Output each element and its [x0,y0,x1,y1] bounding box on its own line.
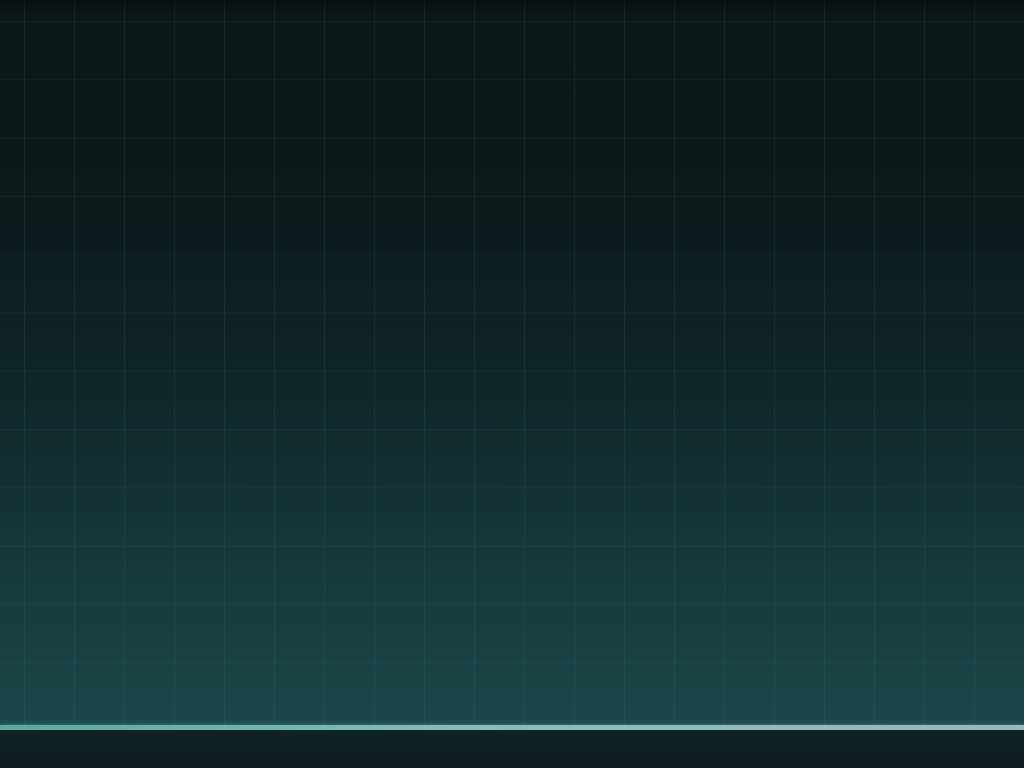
desktop-screen [0,0,1024,768]
bottom-panel-bar [0,730,1024,768]
background-grid [0,0,1024,725]
top-edge-shade [0,0,1024,14]
